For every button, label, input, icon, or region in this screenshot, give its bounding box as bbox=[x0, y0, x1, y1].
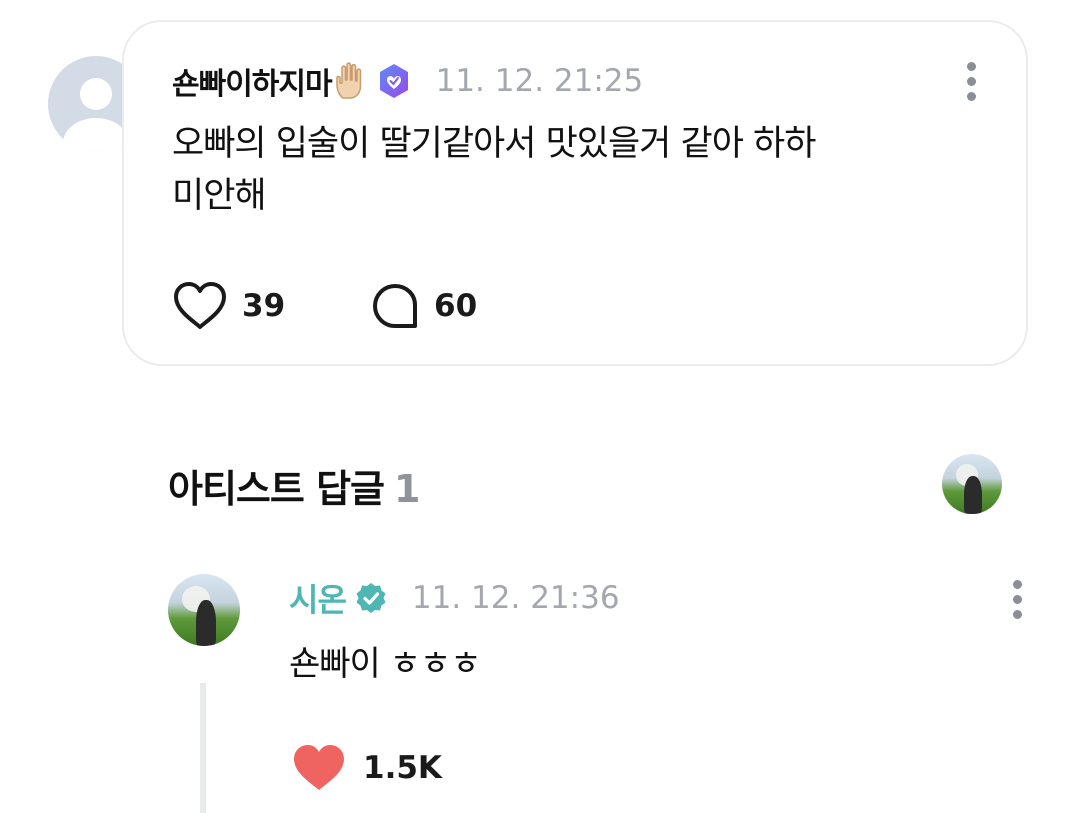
comment-icon bbox=[373, 284, 417, 328]
post-more-icon[interactable] bbox=[967, 62, 977, 102]
comment-button[interactable]: 60 bbox=[370, 278, 477, 334]
fan-badge-icon bbox=[379, 64, 408, 98]
reply-author-name[interactable]: 시온 bbox=[289, 575, 347, 621]
like-button[interactable]: 39 bbox=[172, 278, 285, 334]
post-author-name[interactable]: 숀빠이하지마 bbox=[172, 59, 333, 103]
artist-replies-heading: 아티스트 답글 1 bbox=[168, 458, 420, 513]
reply-header: 시온 11. 12. 21:36 bbox=[289, 576, 620, 620]
artist-header-avatar[interactable] bbox=[942, 454, 1002, 514]
comment-thread-page: 숀빠이하지마 11. 12. 21:25 오빠의 입술이 딸기같아서 맛있을거 … bbox=[0, 0, 1080, 813]
reply-author-avatar[interactable] bbox=[168, 574, 240, 646]
reply-like-button[interactable]: 1.5K bbox=[291, 740, 442, 796]
heart-filled-icon bbox=[294, 745, 344, 790]
thread-line bbox=[200, 683, 206, 813]
artist-replies-count: 1 bbox=[394, 467, 420, 511]
verified-badge-icon bbox=[356, 583, 386, 613]
like-count: 39 bbox=[242, 288, 286, 324]
post-timestamp: 11. 12. 21:25 bbox=[435, 63, 644, 99]
post-card: 숀빠이하지마 11. 12. 21:25 오빠의 입술이 딸기같아서 맛있을거 … bbox=[122, 20, 1028, 366]
artist-replies-title: 아티스트 답글 bbox=[168, 467, 385, 511]
post-header: 숀빠이하지마 11. 12. 21:25 bbox=[172, 58, 643, 104]
post-text: 오빠의 입술이 딸기같아서 맛있을거 같아 하하 미안해 bbox=[172, 124, 816, 216]
reply-text: 숀빠이 ㅎㅎㅎ bbox=[289, 644, 481, 684]
reply-timestamp: 11. 12. 21:36 bbox=[411, 580, 620, 616]
raised-hand-icon bbox=[335, 62, 361, 99]
reply-like-count: 1.5K bbox=[363, 750, 442, 786]
comment-count: 60 bbox=[434, 288, 478, 324]
reply-more-icon[interactable] bbox=[1013, 580, 1023, 620]
heart-outline-icon bbox=[174, 282, 226, 329]
